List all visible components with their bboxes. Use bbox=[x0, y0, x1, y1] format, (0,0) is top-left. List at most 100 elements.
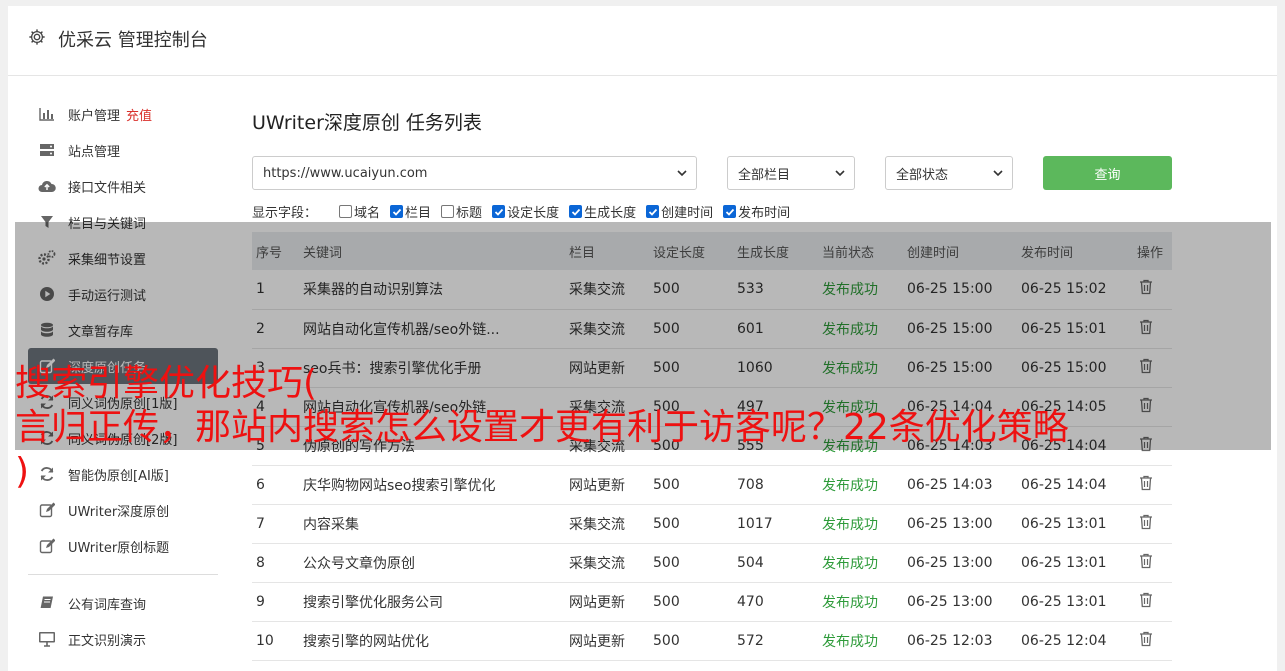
page-title: UWriter深度原创 任务列表 bbox=[252, 112, 482, 134]
checkbox-checked-icon[interactable] bbox=[569, 205, 583, 218]
app-header: 优采云 管理控制台 bbox=[8, 6, 1277, 76]
checkbox-checked-icon[interactable] bbox=[723, 205, 737, 218]
book-icon bbox=[38, 594, 56, 612]
sidebar-item-a1[interactable]: 站点管理 bbox=[28, 132, 218, 168]
table-cell[interactable]: 公众号文章伪原创 bbox=[299, 543, 565, 583]
cloud-upload-icon bbox=[38, 177, 56, 195]
table-cell: 500 bbox=[649, 543, 733, 583]
status-cell: 发布成功 bbox=[818, 582, 903, 622]
checkbox-unchecked-icon[interactable] bbox=[441, 205, 455, 218]
trash-icon[interactable] bbox=[1139, 553, 1153, 573]
table-cell[interactable]: 搜索引擎优化服务公司 bbox=[299, 582, 565, 622]
column-select-value: 全部栏目 bbox=[738, 167, 791, 183]
table-cell: 1017 bbox=[733, 504, 818, 544]
site-select-value: https://www.ucaiyun.com bbox=[263, 165, 428, 181]
sidebar-item-a12[interactable]: UWriter原创标题 bbox=[28, 528, 218, 564]
checkbox-unchecked-icon[interactable] bbox=[339, 205, 353, 218]
checkbox-checked-icon[interactable] bbox=[646, 205, 660, 218]
field-checkbox[interactable]: 创建时间 bbox=[646, 202, 713, 221]
status-select-value: 全部状态 bbox=[896, 167, 949, 183]
status-cell: 发布成功 bbox=[818, 504, 903, 544]
table-cell: 500 bbox=[649, 621, 733, 661]
sidebar-item-a11[interactable]: UWriter深度原创 bbox=[28, 492, 218, 528]
table-cell: 网站更新 bbox=[565, 582, 649, 622]
trash-icon[interactable] bbox=[1139, 631, 1153, 651]
actions-cell bbox=[1133, 504, 1172, 544]
monitor-icon bbox=[38, 630, 56, 648]
table-cell: 06-25 13:01 bbox=[1017, 504, 1133, 544]
field-checkbox[interactable]: 发布时间 bbox=[723, 202, 790, 221]
table-cell: 470 bbox=[733, 582, 818, 622]
column-select[interactable]: 全部栏目 bbox=[727, 156, 855, 190]
table-cell: 10 bbox=[252, 621, 299, 661]
sidebar-item-label: 账户管理 bbox=[68, 108, 121, 124]
field-checkbox[interactable]: 域名 bbox=[339, 202, 380, 221]
field-checkbox[interactable]: 生成长度 bbox=[569, 202, 636, 221]
table-cell: 采集交流 bbox=[565, 504, 649, 544]
sidebar-item-label: 正文识别演示 bbox=[68, 633, 147, 649]
field-checkbox-label: 设定长度 bbox=[507, 206, 560, 221]
field-checkbox[interactable]: 设定长度 bbox=[492, 202, 559, 221]
table-cell: 采集交流 bbox=[565, 543, 649, 583]
field-checkbox-label: 栏目 bbox=[405, 206, 432, 221]
trash-icon[interactable] bbox=[1139, 514, 1153, 534]
app-title: 优采云 管理控制台 bbox=[58, 30, 208, 51]
table-cell: 500 bbox=[649, 504, 733, 544]
sidebar-item-label: UWriter深度原创 bbox=[68, 504, 170, 520]
display-fields: 显示字段： 域名 栏目 标题 设定长度 生成长度 创建时间 发布时间 bbox=[252, 202, 800, 221]
site-select[interactable]: https://www.ucaiyun.com bbox=[252, 156, 697, 190]
status-cell: 发布成功 bbox=[818, 543, 903, 583]
recharge-link[interactable]: 充值 bbox=[126, 105, 152, 124]
table-row: 7 内容采集 采集交流 500 1017 发布成功 06-25 13:00 06-25 13:… bbox=[252, 504, 1172, 544]
field-checkbox[interactable]: 栏目 bbox=[390, 202, 431, 221]
table-cell[interactable]: 搜索引擎的网站优化 bbox=[299, 621, 565, 661]
table-cell: 7 bbox=[252, 504, 299, 544]
checkbox-checked-icon[interactable] bbox=[492, 205, 506, 218]
sidebar-item-a2[interactable]: 接口文件相关 bbox=[28, 168, 218, 204]
query-button[interactable]: 查询 bbox=[1043, 156, 1172, 190]
table-cell: 06-25 13:01 bbox=[1017, 582, 1133, 622]
chevron-down-icon bbox=[835, 170, 845, 177]
bar-chart-icon bbox=[38, 105, 56, 123]
field-checkbox-label: 创建时间 bbox=[661, 206, 714, 221]
sidebar-divider bbox=[28, 574, 218, 575]
field-checkbox-label: 发布时间 bbox=[738, 206, 791, 221]
status-cell: 发布成功 bbox=[818, 621, 903, 661]
table-cell: 网站更新 bbox=[565, 621, 649, 661]
table-cell: 06-25 13:00 bbox=[903, 504, 1017, 544]
table-cell: 9 bbox=[252, 582, 299, 622]
table-cell: 572 bbox=[733, 621, 818, 661]
field-checkbox-label: 域名 bbox=[354, 206, 381, 221]
actions-cell bbox=[1133, 543, 1172, 583]
table-cell: 06-25 12:03 bbox=[903, 621, 1017, 661]
table-row: 10 搜索引擎的网站优化 网站更新 500 572 发布成功 06-25 12:03 06-2… bbox=[252, 621, 1172, 661]
sidebar-item-b1[interactable]: 正文识别演示 bbox=[28, 621, 218, 657]
edit-icon bbox=[38, 537, 56, 555]
sidebar-item-label: UWriter原创标题 bbox=[68, 540, 170, 556]
field-checkbox-label: 标题 bbox=[456, 206, 483, 221]
sidebar-item-label: 接口文件相关 bbox=[68, 180, 147, 196]
table-row: 8 公众号文章伪原创 采集交流 500 504 发布成功 06-25 13:00 06-25 … bbox=[252, 543, 1172, 583]
sidebar-item-b0[interactable]: 公有词库查询 bbox=[28, 585, 218, 621]
table-cell: 504 bbox=[733, 543, 818, 583]
checkbox-checked-icon[interactable] bbox=[390, 205, 404, 218]
sidebar-item-label: 站点管理 bbox=[68, 144, 121, 160]
sidebar-item-a0[interactable]: 账户管理 充值 bbox=[28, 96, 218, 132]
server-icon bbox=[38, 141, 56, 159]
table-cell: 06-25 13:01 bbox=[1017, 543, 1133, 583]
table-cell: 500 bbox=[649, 582, 733, 622]
sidebar-item-label: 公有词库查询 bbox=[68, 597, 147, 613]
field-checkbox-label: 生成长度 bbox=[584, 206, 637, 221]
table-cell: 06-25 13:00 bbox=[903, 582, 1017, 622]
status-select[interactable]: 全部状态 bbox=[885, 156, 1013, 190]
table-row: 9 搜索引擎优化服务公司 网站更新 500 470 发布成功 06-25 13:00 06-2… bbox=[252, 582, 1172, 622]
field-checkbox[interactable]: 标题 bbox=[441, 202, 482, 221]
trash-icon[interactable] bbox=[1139, 592, 1153, 612]
edit-icon bbox=[38, 501, 56, 519]
table-cell[interactable]: 内容采集 bbox=[299, 504, 565, 544]
chevron-down-icon bbox=[677, 170, 687, 177]
table-cell: 06-25 13:00 bbox=[903, 543, 1017, 583]
actions-cell bbox=[1133, 582, 1172, 622]
chevron-down-icon bbox=[993, 170, 1003, 177]
gear-icon[interactable] bbox=[28, 28, 48, 48]
